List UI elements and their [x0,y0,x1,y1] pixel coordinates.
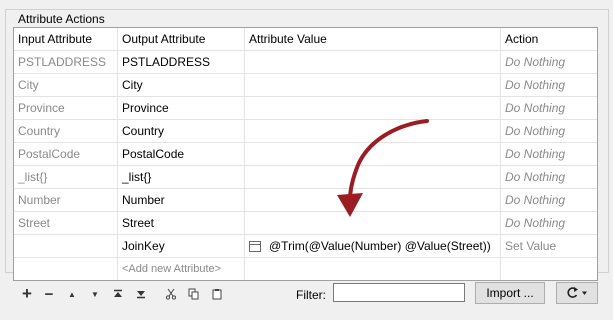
column-header-value[interactable]: Attribute Value [245,28,501,50]
action-cell[interactable]: Do Nothing [501,74,597,96]
attribute-value-cell[interactable] [245,166,501,188]
add-icon[interactable]: + [19,284,35,303]
text-editor-icon[interactable] [249,240,261,252]
output-attribute-cell[interactable]: JoinKey [118,235,245,257]
input-attribute-cell[interactable]: City [14,74,118,96]
cut-icon[interactable] [163,286,179,302]
column-header-action[interactable]: Action [501,28,597,50]
refresh-icon [567,287,587,298]
input-attribute-cell[interactable]: PostalCode [14,143,118,165]
column-header-output[interactable]: Output Attribute [118,28,245,50]
add-new-row[interactable]: <Add new Attribute> [14,258,597,280]
table-row[interactable]: Number Number Do Nothing [14,189,597,212]
add-new-attribute-placeholder[interactable]: <Add new Attribute> [118,258,245,280]
empty-cell [245,258,501,280]
column-header-input[interactable]: Input Attribute [14,28,118,50]
table-row[interactable]: Country Country Do Nothing [14,120,597,143]
refresh-button[interactable] [556,282,598,304]
table-row[interactable]: Province Province Do Nothing [14,97,597,120]
output-attribute-cell[interactable]: Country [118,120,245,142]
table-row[interactable]: PostalCode PostalCode Do Nothing [14,143,597,166]
action-cell[interactable]: Do Nothing [501,166,597,188]
output-attribute-cell[interactable]: City [118,74,245,96]
empty-cell [501,258,597,280]
input-attribute-cell[interactable]: Country [14,120,118,142]
action-cell[interactable]: Set Value [501,235,597,257]
group-title: Attribute Actions [15,12,108,26]
bottom-toolbar: + − ▲ ▼ Filter: Import ... [0,280,613,310]
remove-icon[interactable]: − [41,286,57,303]
input-attribute-cell[interactable]: Province [14,97,118,119]
table-header: Input Attribute Output Attribute Attribu… [14,28,597,51]
paste-icon[interactable] [209,286,225,302]
attribute-value-cell[interactable] [245,212,501,234]
table-row[interactable]: City City Do Nothing [14,74,597,97]
attribute-value-cell[interactable]: @Trim(@Value(Number) @Value(Street)) [245,235,501,257]
attribute-value-expression: @Trim(@Value(Number) @Value(Street)) [269,239,491,253]
output-attribute-cell[interactable]: _list{} [118,166,245,188]
copy-icon[interactable] [186,286,202,302]
action-cell[interactable]: Do Nothing [501,143,597,165]
input-attribute-cell[interactable]: Number [14,189,118,211]
move-top-icon[interactable] [110,286,126,302]
action-cell[interactable]: Do Nothing [501,212,597,234]
table-row[interactable]: _list{} _list{} Do Nothing [14,166,597,189]
output-attribute-cell[interactable]: Province [118,97,245,119]
output-attribute-cell[interactable]: PSTLADDRESS [118,51,245,73]
attribute-value-cell[interactable] [245,189,501,211]
table-row[interactable]: PSTLADDRESS PSTLADDRESS Do Nothing [14,51,597,74]
output-attribute-cell[interactable]: Street [118,212,245,234]
move-down-icon[interactable]: ▼ [87,286,103,302]
attribute-value-cell[interactable] [245,97,501,119]
table-row[interactable]: JoinKey @Trim(@Value(Number) @Value(Stre… [14,235,597,258]
empty-cell [14,258,118,280]
output-attribute-cell[interactable]: PostalCode [118,143,245,165]
input-attribute-cell[interactable] [14,235,118,257]
input-attribute-cell[interactable]: Street [14,212,118,234]
table-row[interactable]: Street Street Do Nothing [14,212,597,235]
action-cell[interactable]: Do Nothing [501,189,597,211]
attribute-value-cell[interactable] [245,120,501,142]
filter-input[interactable] [333,283,465,302]
attribute-value-cell[interactable] [245,51,501,73]
attribute-value-cell[interactable] [245,143,501,165]
action-cell[interactable]: Do Nothing [501,97,597,119]
input-attribute-cell[interactable]: PSTLADDRESS [14,51,118,73]
attribute-value-cell[interactable] [245,74,501,96]
input-attribute-cell[interactable]: _list{} [14,166,118,188]
action-cell[interactable]: Do Nothing [501,120,597,142]
action-cell[interactable]: Do Nothing [501,51,597,73]
output-attribute-cell[interactable]: Number [118,189,245,211]
move-bottom-icon[interactable] [133,286,149,302]
move-up-icon[interactable]: ▲ [64,286,80,302]
import-button[interactable]: Import ... [475,282,545,304]
filter-label: Filter: [296,288,326,302]
attribute-table: Input Attribute Output Attribute Attribu… [13,27,598,281]
